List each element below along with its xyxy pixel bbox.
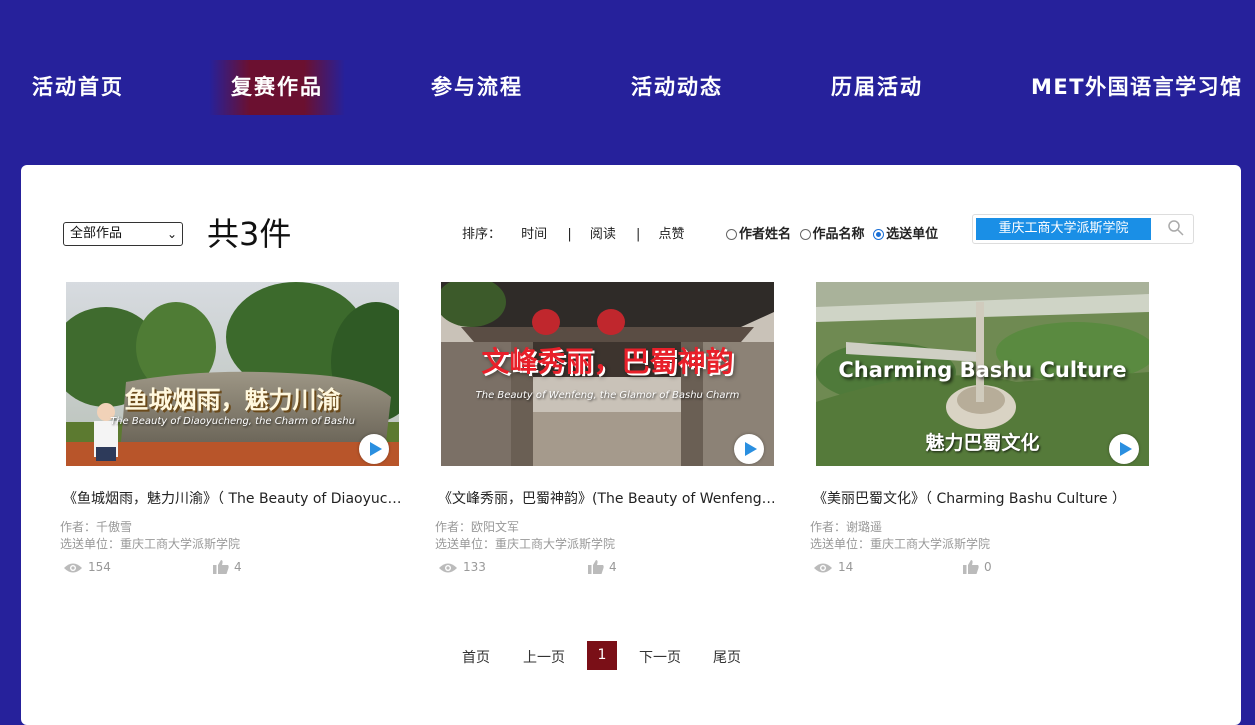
play-icon[interactable] (734, 434, 764, 464)
work-thumbnail[interactable]: 文峰秀丽，巴蜀神韵 The Beauty of Wenfeng, the Gla… (441, 282, 774, 466)
work-author: 作者：欧阳文军 (435, 520, 520, 534)
sort-label: 排序： (462, 227, 502, 242)
thumbs-up-icon[interactable] (963, 560, 979, 574)
page-prev[interactable]: 上一页 (523, 647, 565, 667)
page-first[interactable]: 首页 (462, 647, 490, 667)
sort-separator: | (567, 227, 572, 242)
sort-separator: | (636, 227, 641, 242)
works-panel: 全部作品 ⌄ 共3件 排序： 时间 | 阅读 | 点赞 作者姓名 作品名称 选送… (21, 165, 1241, 725)
radio-work-title[interactable] (799, 229, 811, 240)
thumbs-up-icon[interactable] (213, 560, 229, 574)
work-thumbnail[interactable]: Charming Bashu Culture 魅力巴蜀文化 (816, 282, 1149, 466)
view-count: 14 (813, 560, 853, 574)
sort-by-likes[interactable]: 点赞 (659, 223, 685, 242)
eye-icon (64, 563, 82, 573)
nav-past-events[interactable]: 历届活动 (831, 60, 923, 115)
thumbs-up-icon[interactable] (588, 560, 604, 574)
like-count[interactable]: 0 (963, 560, 992, 574)
chevron-down-icon: ⌄ (166, 227, 177, 241)
search-icon[interactable] (1167, 219, 1187, 239)
nav-finals-works[interactable]: 复赛作品 (209, 60, 345, 115)
work-title[interactable]: 《美丽巴蜀文化》（ Charming Bashu Culture ） (813, 488, 1153, 508)
thumbnail-title: 鱼城烟雨，魅力川渝 (124, 386, 341, 414)
radio-work-title-label: 作品名称 (812, 227, 865, 242)
nav-process[interactable]: 参与流程 (431, 60, 523, 115)
search-input[interactable]: 重庆工商大学派斯学院 (976, 218, 1151, 240)
page-next[interactable]: 下一页 (639, 647, 681, 667)
sort-by-reads[interactable]: 阅读 (590, 223, 616, 242)
eye-icon (439, 563, 457, 573)
view-count: 133 (438, 560, 486, 574)
sort-bar: 排序： 时间 | 阅读 | 点赞 (462, 223, 685, 242)
thumbnail-title: Charming Bashu Culture (838, 358, 1127, 382)
radio-author-name-label: 作者姓名 (739, 227, 792, 242)
work-title[interactable]: 《鱼城烟雨，魅力川渝》（ The Beauty of Diaoyucheng, … (63, 488, 403, 508)
like-count[interactable]: 4 (588, 560, 617, 574)
work-unit: 选送单位：重庆工商大学派斯学院 (435, 537, 616, 551)
play-icon[interactable] (1109, 434, 1139, 464)
view-count-value: 14 (838, 560, 854, 574)
like-count-value: 0 (984, 560, 992, 574)
nav-home[interactable]: 活动首页 (32, 60, 124, 115)
radio-author-name[interactable] (726, 229, 737, 240)
work-author: 作者：谢璐遥 (810, 520, 883, 534)
view-count: 154 (63, 560, 111, 574)
eye-icon (814, 563, 832, 573)
like-count-value: 4 (234, 560, 242, 574)
search-field-options: 作者姓名 作品名称 选送单位 (726, 223, 938, 242)
search-box: 重庆工商大学派斯学院 (972, 214, 1194, 244)
play-icon[interactable] (359, 434, 389, 464)
pagination: 首页 上一页 1 下一页 尾页 (21, 641, 1241, 671)
view-count-value: 133 (463, 560, 486, 574)
nav-news[interactable]: 活动动态 (631, 60, 723, 115)
page-current[interactable]: 1 (587, 641, 617, 670)
like-count[interactable]: 4 (213, 560, 242, 574)
thumbnail-subtitle: The Beauty of Diaoyucheng, the Charm of … (110, 416, 355, 427)
nav-met-hall[interactable]: MET外国语言学习馆 (1031, 60, 1243, 115)
thumbnail-subtitle: 魅力巴蜀文化 (925, 432, 1040, 454)
work-unit: 选送单位：重庆工商大学派斯学院 (60, 537, 241, 551)
page-last[interactable]: 尾页 (713, 647, 741, 667)
work-unit: 选送单位：重庆工商大学派斯学院 (810, 537, 991, 551)
radio-submitting-unit[interactable] (873, 229, 885, 240)
category-select-value: 全部作品 (70, 226, 123, 241)
category-select[interactable]: 全部作品 ⌄ (63, 222, 183, 246)
thumbnail-image (66, 282, 399, 466)
work-thumbnail[interactable]: 鱼城烟雨，魅力川渝 The Beauty of Diaoyucheng, the… (66, 282, 399, 466)
top-nav: 活动首页 复赛作品 参与流程 活动动态 历届活动 MET外国语言学习馆 (0, 60, 1255, 115)
sort-by-time[interactable]: 时间 (521, 223, 547, 242)
view-count-value: 154 (88, 560, 111, 574)
total-count: 共3件 (207, 215, 292, 253)
thumbnail-subtitle: The Beauty of Wenfeng, the Glamor of Bas… (475, 390, 740, 401)
work-author: 作者：千傲雪 (60, 520, 133, 534)
like-count-value: 4 (609, 560, 617, 574)
radio-submitting-unit-label: 选送单位 (886, 227, 939, 242)
work-title[interactable]: 《文峰秀丽，巴蜀神韵》(The Beauty of Wenfeng, the G… (438, 488, 778, 508)
thumbnail-title: 文峰秀丽，巴蜀神韵 (481, 345, 734, 378)
